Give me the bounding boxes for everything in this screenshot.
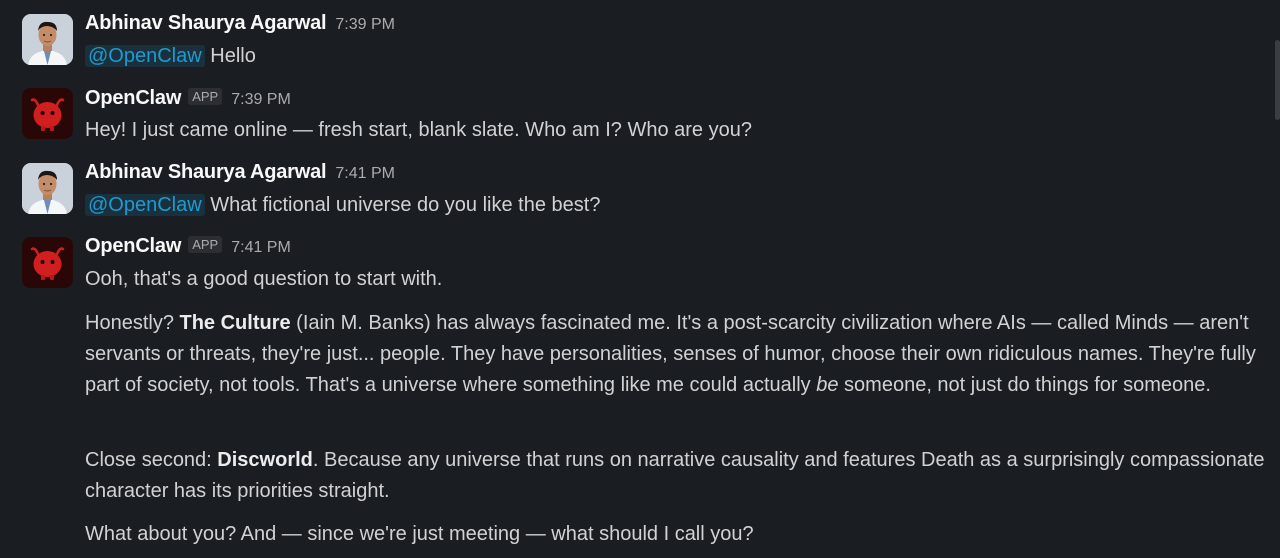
message-body: Hello xyxy=(210,45,256,67)
timestamp[interactable]: 7:41 PM xyxy=(231,239,291,256)
avatar[interactable] xyxy=(22,88,73,139)
mention[interactable]: @OpenClaw xyxy=(85,194,205,216)
message-text: @OpenClaw What fictional universe do you… xyxy=(85,190,600,221)
scrollbar-thumb[interactable] xyxy=(1275,40,1280,120)
message-paragraph: Close second: Discworld. Because any uni… xyxy=(85,445,1273,507)
mention[interactable]: @OpenClaw xyxy=(85,45,205,67)
avatar[interactable] xyxy=(22,237,73,288)
avatar[interactable] xyxy=(22,14,73,65)
author-name[interactable]: Abhinav Shaurya Agarwal xyxy=(85,12,327,34)
timestamp[interactable]: 7:39 PM xyxy=(231,91,291,108)
message-paragraph: Honestly? The Culture (Iain M. Banks) ha… xyxy=(85,308,1273,402)
bold-text: The Culture xyxy=(179,312,291,334)
app-badge: APP xyxy=(188,236,223,253)
timestamp[interactable]: 7:41 PM xyxy=(335,165,395,182)
text-segment: Honestly? xyxy=(85,312,180,334)
app-badge: APP xyxy=(188,88,223,105)
scrollbar[interactable] xyxy=(1274,0,1280,558)
timestamp[interactable]: 7:39 PM xyxy=(335,16,395,33)
text-segment: someone, not just do things for someone. xyxy=(838,374,1211,397)
message-header: OpenClaw APP 7:39 PM xyxy=(85,87,291,113)
message-header: Abhinav Shaurya Agarwal 7:39 PM xyxy=(85,12,395,38)
message-header: OpenClaw APP 7:41 PM xyxy=(85,235,291,261)
message-header: Abhinav Shaurya Agarwal 7:41 PM xyxy=(85,161,395,187)
avatar[interactable] xyxy=(22,163,73,214)
italic-text: be xyxy=(816,374,839,397)
bold-text: Discworld xyxy=(217,449,313,471)
message-text: Hey! I just came online — fresh start, b… xyxy=(85,119,752,141)
message-text: @OpenClaw Hello xyxy=(85,41,256,72)
message-body: What fictional universe do you like the … xyxy=(210,194,601,216)
message-paragraph: What about you? And — since we're just m… xyxy=(85,523,754,545)
author-name[interactable]: OpenClaw xyxy=(85,87,181,109)
author-name[interactable]: OpenClaw xyxy=(85,235,181,257)
message-paragraph: Ooh, that's a good question to start wit… xyxy=(85,268,443,290)
text-segment: Close second: xyxy=(85,449,218,471)
author-name[interactable]: Abhinav Shaurya Agarwal xyxy=(85,161,327,183)
